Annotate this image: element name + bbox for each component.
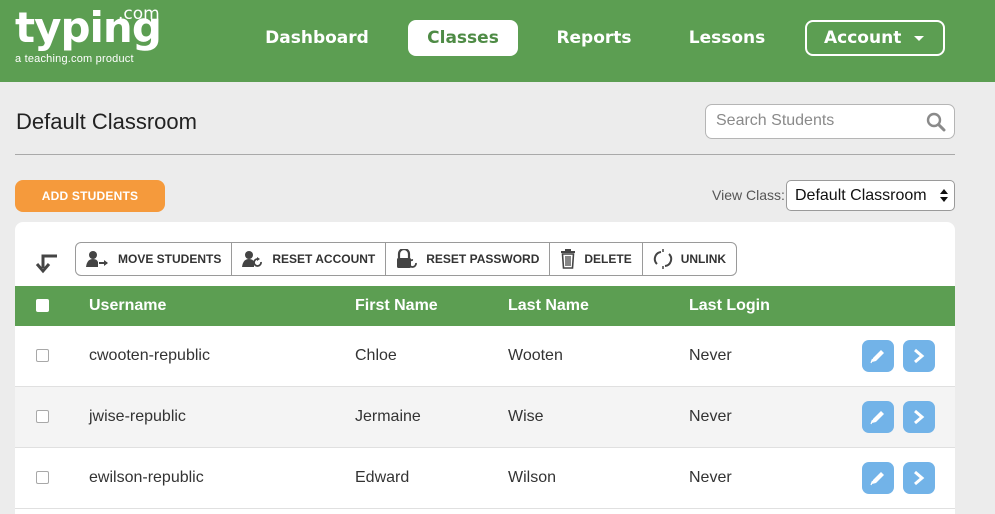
cell-username: ewilson-republic	[89, 469, 204, 486]
nav-lessons[interactable]: Lessons	[672, 20, 782, 56]
students-panel: MOVE STUDENTS RESET ACCOUNT RESET PASSWO…	[15, 222, 955, 514]
view-class-value: Default Classroom	[795, 187, 927, 204]
table-row: cwooten-republic Chloe Wooten Never	[15, 326, 955, 387]
bulk-actions-toolbar: MOVE STUDENTS RESET ACCOUNT RESET PASSWO…	[75, 242, 738, 276]
open-student-button[interactable]	[903, 340, 935, 372]
column-header-first-name[interactable]: First Name	[355, 297, 438, 315]
logo-tagline: a teaching.com product	[15, 53, 134, 65]
reset-account-label: RESET ACCOUNT	[272, 252, 376, 266]
column-header-last-login[interactable]: Last Login	[689, 297, 770, 315]
move-students-label: MOVE STUDENTS	[118, 252, 222, 266]
cell-last-login: Never	[689, 408, 732, 425]
nav-dashboard[interactable]: Dashboard	[250, 20, 384, 56]
delete-label: DELETE	[584, 252, 632, 266]
cell-username: cwooten-republic	[89, 347, 210, 364]
row-checkbox[interactable]	[36, 471, 49, 484]
account-dropdown[interactable]: Account	[805, 20, 945, 56]
user-reset-icon	[242, 251, 263, 267]
view-class-select[interactable]: Default Classroom	[786, 180, 955, 211]
table-row: ewilson-republic Edward Wilson Never	[15, 448, 955, 509]
chevron-right-icon	[914, 348, 925, 364]
unlink-label: UNLINK	[680, 252, 727, 266]
search-icon[interactable]	[926, 112, 946, 132]
edit-student-button[interactable]	[862, 340, 894, 372]
search-input[interactable]: Search Students	[705, 104, 955, 139]
cell-last-login: Never	[689, 347, 732, 364]
page-title: Default Classroom	[16, 109, 197, 134]
trash-icon	[561, 249, 576, 269]
edit-student-button[interactable]	[862, 462, 894, 494]
nav-classes[interactable]: Classes	[408, 20, 518, 56]
reset-password-button[interactable]: RESET PASSWORD	[386, 243, 551, 275]
unlink-button[interactable]: UNLINK	[643, 243, 736, 275]
cell-first-name: Jermaine	[355, 408, 421, 425]
reset-account-button[interactable]: RESET ACCOUNT	[232, 243, 387, 275]
chevron-right-icon	[914, 470, 925, 486]
select-arrows-icon	[940, 189, 948, 203]
cell-last-name: Wooten	[508, 347, 563, 364]
cell-last-name: Wise	[508, 408, 544, 425]
row-checkbox[interactable]	[36, 410, 49, 423]
search-placeholder: Search Students	[716, 112, 835, 129]
edit-student-button[interactable]	[862, 401, 894, 433]
typing-logo[interactable]: typing .com a teaching.com product	[15, 4, 162, 66]
table-header: Username First Name Last Name Last Login	[15, 286, 955, 326]
add-students-button[interactable]: ADD STUDENTS	[15, 180, 165, 212]
lock-reset-icon	[397, 249, 418, 268]
cell-first-name: Chloe	[355, 347, 397, 364]
cell-first-name: Edward	[355, 469, 410, 486]
open-student-button[interactable]	[903, 462, 935, 494]
caret-down-icon	[914, 36, 924, 41]
delete-button[interactable]: DELETE	[550, 243, 643, 275]
pencil-icon	[870, 411, 884, 425]
open-student-button[interactable]	[903, 401, 935, 433]
pencil-icon	[870, 472, 884, 486]
chevron-right-icon	[914, 409, 925, 425]
account-label: Account	[824, 28, 902, 48]
cell-username: jwise-republic	[89, 408, 186, 425]
column-header-last-name[interactable]: Last Name	[508, 297, 589, 315]
cell-last-login: Never	[689, 469, 732, 486]
move-students-button[interactable]: MOVE STUDENTS	[76, 243, 233, 275]
table-row: jwise-republic Jermaine Wise Never	[15, 387, 955, 448]
back-arrow-icon[interactable]	[35, 252, 59, 274]
header-divider	[15, 154, 955, 155]
logo-suffix: .com	[118, 4, 160, 24]
cell-last-name: Wilson	[508, 469, 557, 486]
nav-reports[interactable]: Reports	[540, 20, 648, 56]
column-header-username[interactable]: Username	[89, 297, 166, 315]
pencil-icon	[870, 350, 884, 364]
view-class-label: View Class:	[712, 187, 785, 203]
reset-password-label: RESET PASSWORD	[426, 252, 540, 266]
select-all-checkbox[interactable]	[36, 299, 49, 312]
unlink-icon	[653, 249, 672, 269]
top-navigation-bar: typing .com a teaching.com product Dashb…	[0, 0, 995, 82]
row-checkbox[interactable]	[36, 349, 49, 362]
user-move-icon	[86, 251, 108, 267]
